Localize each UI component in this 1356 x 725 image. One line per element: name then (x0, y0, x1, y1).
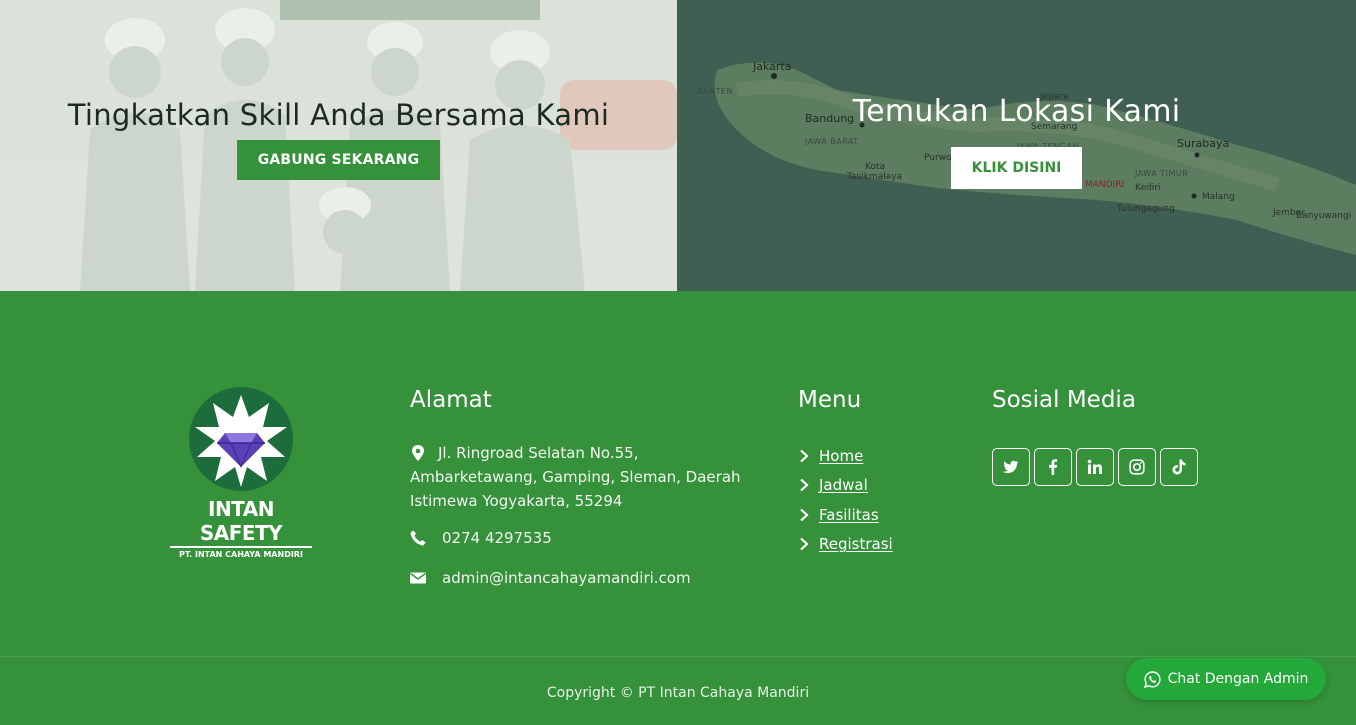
tiktok-link[interactable] (1160, 448, 1198, 486)
menu-link-fasilitas[interactable]: Fasilitas (819, 506, 879, 524)
social-media-title: Sosial Media (992, 387, 1136, 413)
twitter-link[interactable] (992, 448, 1030, 486)
hero-section: Tingkatkan Skill Anda Bersama Kami GABUN… (0, 0, 1356, 291)
menu-item-registrasi: Registrasi (798, 530, 893, 560)
facebook-icon (1049, 459, 1058, 475)
linkedin-link[interactable] (1076, 448, 1114, 486)
footer: INTAN SAFETY PT. INTAN CAHAYA MANDIRI Al… (0, 291, 1356, 656)
tiktok-icon (1172, 459, 1186, 475)
envelope-icon (410, 572, 426, 584)
menu-title: Menu (798, 387, 862, 413)
join-banner: Tingkatkan Skill Anda Bersama Kami GABUN… (0, 0, 677, 291)
footer-menu: Home Jadwal Fasilitas Registrasi (798, 441, 893, 559)
chevron-right-icon (800, 508, 809, 522)
menu-item-fasilitas: Fasilitas (798, 500, 893, 530)
find-location-button[interactable]: KLIK DISINI (950, 147, 1083, 189)
map-marker-icon (412, 445, 424, 461)
social-links (992, 448, 1198, 486)
instagram-link[interactable] (1118, 448, 1156, 486)
menu-item-home: Home (798, 441, 893, 471)
brand-subtitle: PT. INTAN CAHAYA MANDIRI (170, 546, 312, 559)
brand-logo[interactable]: INTAN SAFETY PT. INTAN CAHAYA MANDIRI (166, 387, 316, 559)
brand-name: INTAN SAFETY (199, 497, 283, 545)
phone-item[interactable]: 0274 4297535 (410, 529, 552, 547)
map-label-jakarta: Jakarta (753, 60, 792, 73)
address-title: Alamat (410, 387, 492, 413)
whatsapp-icon (1143, 670, 1161, 688)
chat-admin-button[interactable]: Chat Dengan Admin (1126, 658, 1326, 700)
chevron-right-icon (800, 537, 809, 551)
map-label-banyuwangi: Banyuwangi (1296, 211, 1352, 221)
menu-link-registrasi[interactable]: Registrasi (819, 535, 893, 553)
menu-item-jadwal: Jadwal (798, 471, 893, 501)
map-label-tulungagung: Tulungagung (1117, 204, 1175, 214)
twitter-icon (1003, 460, 1019, 474)
chevron-right-icon (800, 478, 809, 492)
phone-icon (410, 530, 426, 546)
join-now-button[interactable]: GABUNG SEKARANG (236, 140, 441, 180)
linkedin-icon (1087, 459, 1102, 474)
phone-number: 0274 4297535 (442, 529, 552, 547)
email-item[interactable]: admin@intancahayamandiri.com (410, 569, 691, 587)
join-banner-title: Tingkatkan Skill Anda Bersama Kami (67, 98, 610, 132)
map-label-malang: Malang (1202, 192, 1235, 202)
email-address: admin@intancahayamandiri.com (442, 569, 691, 587)
address-item: Jl. Ringroad Selatan No.55, Ambarketawan… (410, 441, 750, 513)
chat-admin-label: Chat Dengan Admin (1167, 671, 1309, 687)
instagram-icon (1129, 459, 1145, 475)
facebook-link[interactable] (1034, 448, 1072, 486)
location-banner-title: Temukan Lokasi Kami (852, 94, 1181, 129)
intan-safety-logo-icon (189, 387, 293, 491)
menu-link-home[interactable]: Home (819, 447, 863, 465)
location-banner: Jakarta BANTEN Bandung JAWA BARAT Purwo … (677, 0, 1356, 291)
menu-link-jadwal[interactable]: Jadwal (819, 476, 868, 494)
address-text: Jl. Ringroad Selatan No.55, Ambarketawan… (410, 444, 741, 510)
chevron-right-icon (800, 449, 809, 463)
